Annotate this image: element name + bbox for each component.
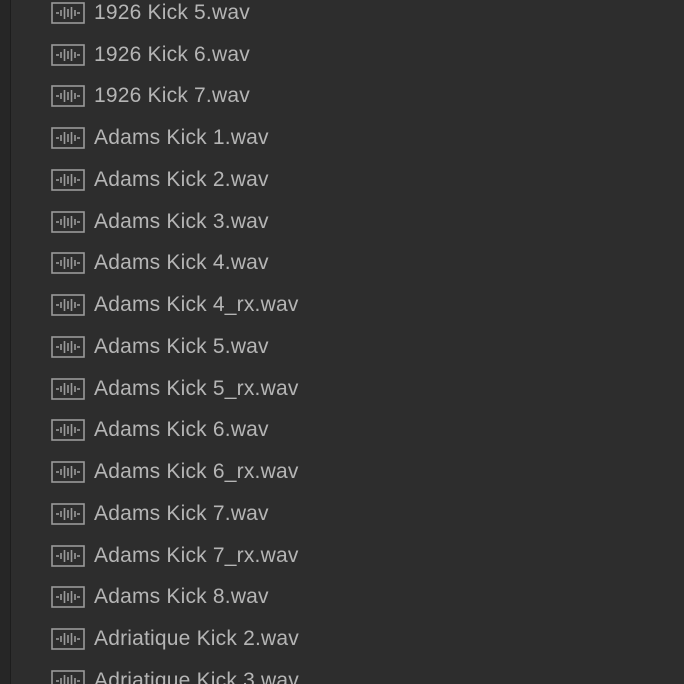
file-label: Adams Kick 7.wav [94,501,269,525]
file-list[interactable]: 1926 Kick 5.wav 1926 Kick 6.wav 1926 Kic… [0,0,684,684]
audio-waveform-icon [51,586,85,609]
file-item[interactable]: Adams Kick 5_rx.wav [0,368,684,410]
file-label: Adriatique Kick 3.wav [94,668,299,684]
audio-waveform-icon [51,670,85,684]
file-item[interactable]: Adams Kick 8.wav [0,577,684,619]
file-label: Adams Kick 4_rx.wav [94,293,299,317]
file-item[interactable]: Adams Kick 3.wav [0,201,684,243]
file-item[interactable]: Adams Kick 5.wav [0,326,684,368]
file-label: 1926 Kick 5.wav [94,0,250,24]
file-item[interactable]: 1926 Kick 7.wav [0,76,684,118]
file-item[interactable]: 1926 Kick 6.wav [0,34,684,76]
file-item[interactable]: Adams Kick 4.wav [0,243,684,285]
file-label: Adams Kick 4.wav [94,251,269,275]
file-label: Adams Kick 5_rx.wav [94,376,299,400]
file-item[interactable]: Adriatique Kick 3.wav [0,660,684,684]
audio-waveform-icon [51,127,85,149]
audio-waveform-icon [51,419,85,442]
file-item[interactable]: Adams Kick 6_rx.wav [0,451,684,493]
audio-waveform-icon [51,43,85,66]
audio-waveform-icon [51,2,85,24]
audio-waveform-icon [51,169,85,191]
file-label: 1926 Kick 6.wav [94,42,250,66]
audio-waveform-icon [51,210,85,233]
file-label: Adams Kick 8.wav [94,585,269,609]
file-item[interactable]: Adams Kick 7_rx.wav [0,535,684,577]
file-label: Adams Kick 3.wav [94,209,269,233]
file-item[interactable]: Adams Kick 7.wav [0,493,684,535]
file-label: Adams Kick 6.wav [94,418,269,442]
file-item[interactable]: 1926 Kick 5.wav [0,0,684,34]
file-label: Adams Kick 7_rx.wav [94,543,299,567]
file-label: Adams Kick 5.wav [94,334,269,358]
file-item[interactable]: Adams Kick 6.wav [0,410,684,452]
audio-waveform-icon [51,544,85,567]
file-item[interactable]: Adams Kick 4_rx.wav [0,284,684,326]
audio-waveform-icon [51,252,85,275]
audio-waveform-icon [51,628,85,650]
audio-waveform-icon [51,503,85,525]
audio-waveform-icon [51,461,85,483]
audio-waveform-icon [51,336,85,358]
file-label: Adams Kick 6_rx.wav [94,460,299,484]
audio-waveform-icon [51,294,85,316]
file-label: Adams Kick 2.wav [94,167,269,191]
file-browser: 1926 Kick 5.wav 1926 Kick 6.wav 1926 Kic… [0,0,684,684]
file-item[interactable]: Adriatique Kick 2.wav [0,618,684,660]
file-label: Adams Kick 1.wav [94,126,269,150]
file-label: 1926 Kick 7.wav [94,84,250,108]
audio-waveform-icon [51,85,85,108]
file-item[interactable]: Adams Kick 2.wav [0,159,684,201]
file-item[interactable]: Adams Kick 1.wav [0,117,684,159]
file-label: Adriatique Kick 2.wav [94,627,299,651]
audio-waveform-icon [51,377,85,400]
